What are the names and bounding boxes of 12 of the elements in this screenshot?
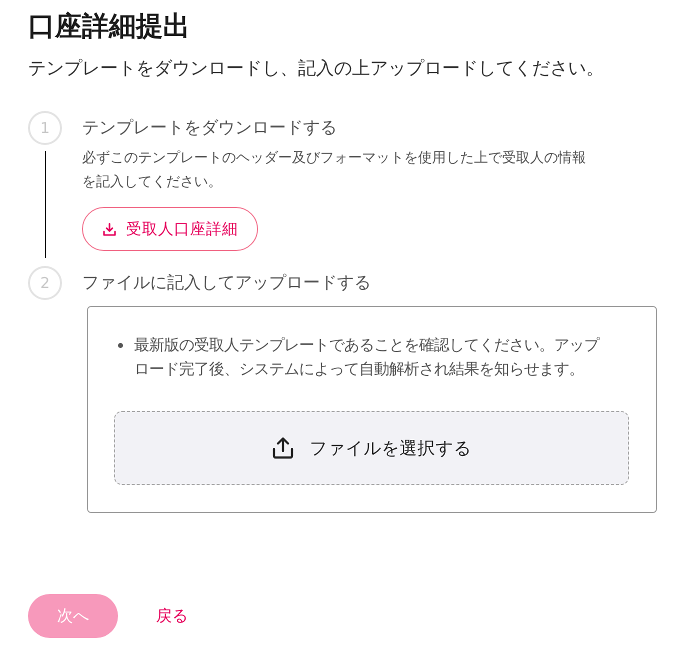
step-title: ファイルに記入してアップロードする: [82, 272, 371, 295]
page-title: 口座詳細提出: [28, 10, 191, 44]
note-text: 最新版の受取人テンプレートであることを確認してください。アップロード完了後、システムによって自動解析され結果を知らせます。: [134, 335, 601, 380]
back-link[interactable]: 戻る: [148, 598, 196, 634]
step-description: 必ずこのテンプレートのヘッダー及びフォーマットを使用した上で受取人の情報を記入してください。: [82, 149, 587, 192]
file-dropzone[interactable]: ファイルを選択する: [114, 411, 629, 485]
download-template-button[interactable]: 受取人口座詳細: [82, 207, 258, 251]
step-title: テンプレートをダウンロードする: [82, 117, 337, 140]
bullet-icon: [118, 343, 123, 348]
download-icon: [103, 222, 116, 236]
page-subtitle: テンプレートをダウンロードし、記入の上アップロードしてください。: [28, 57, 605, 81]
upload-icon: [272, 437, 294, 459]
